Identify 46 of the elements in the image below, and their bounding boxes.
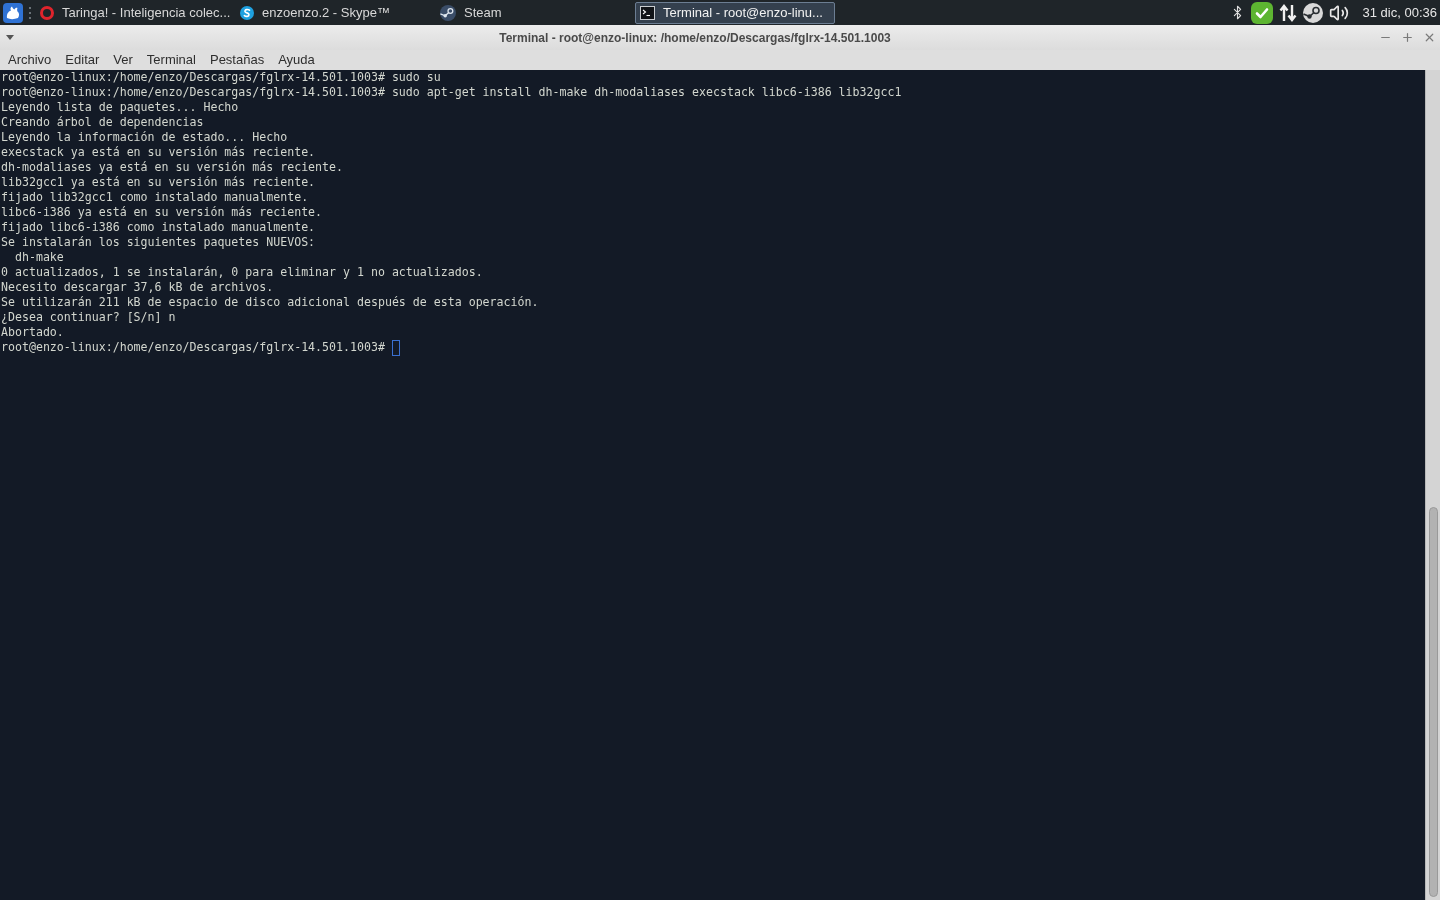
terminal-line: ¿Desea continuar? [S/n] n bbox=[1, 310, 176, 325]
gear-disc-icon bbox=[440, 4, 456, 21]
terminal-line: Leyendo la información de estado... Hecho bbox=[1, 130, 288, 145]
terminal-line: Abortado. bbox=[1, 325, 64, 340]
terminal-line: root@enzo-linux:/home/enzo/Descargas/fglrx-14.501.1003# sudo apt-get install dh-make dh-modaliases execstack libc6-i386 lib32gcc1 bbox=[1, 85, 902, 100]
terminal-line: fijado lib32gcc1 como instalado manualmente. bbox=[1, 190, 309, 205]
terminal-line: execstack ya está en su versión más reciente. bbox=[1, 145, 316, 160]
clock[interactable]: 31 dic, 00:36 bbox=[1362, 2, 1437, 23]
terminal-line: Se utilizarán 211 kB de espacio de disco adicional después de esta operación. bbox=[1, 295, 539, 310]
ring-icon bbox=[40, 5, 54, 20]
menu-item[interactable]: Ver bbox=[106, 51, 140, 69]
check-badge-icon[interactable] bbox=[1250, 1, 1273, 24]
maximize-icon bbox=[1400, 31, 1414, 44]
terminal-line: Se instalarán los siguientes paquetes NUEVOS: bbox=[1, 235, 316, 250]
taskbar-window-button[interactable]: Taringa! - Inteligencia colec... bbox=[35, 1, 235, 24]
menu-item[interactable]: Pestañas bbox=[202, 51, 272, 69]
taskbar-window-button[interactable]: enzoenzo.2 - Skype™ bbox=[235, 1, 435, 24]
taskbar-window-button[interactable]: Terminal - root@enzo-linu... bbox=[635, 1, 835, 24]
menu-item[interactable]: Editar bbox=[58, 51, 107, 69]
terminal-line: Leyendo lista de paquetes... Hecho bbox=[1, 100, 239, 115]
maximize-button[interactable] bbox=[1400, 30, 1414, 45]
gear-disc-icon[interactable] bbox=[1302, 2, 1323, 23]
menu-item[interactable]: Terminal bbox=[139, 51, 203, 69]
s-disc-icon bbox=[240, 5, 254, 20]
scrollbar-thumb[interactable] bbox=[1428, 507, 1438, 897]
terminal-line: lib32gcc1 ya está en su versión más reciente. bbox=[1, 175, 316, 190]
terminal-prompt: root@enzo-linux:/home/enzo/Descargas/fglrx-14.501.1003# bbox=[1, 340, 385, 355]
menu-item[interactable]: Archivo bbox=[1, 51, 59, 69]
terminal-line: dh-make bbox=[13, 250, 64, 265]
terminal-line: root@enzo-linux:/home/enzo/Descargas/fglrx-14.501.1003# sudo su bbox=[1, 70, 441, 85]
mouse-logo-icon[interactable] bbox=[3, 2, 23, 23]
terminal-line: libc6-i386 ya está en su versión más reciente. bbox=[1, 205, 323, 220]
terminal-line: dh-modaliases ya está en su versión más reciente. bbox=[1, 160, 344, 175]
terminal-icon bbox=[640, 5, 655, 20]
caret-icon[interactable] bbox=[6, 35, 14, 40]
volume-icon[interactable] bbox=[1328, 2, 1349, 23]
terminal-line: 0 actualizados, 1 se instalarán, 0 para eliminar y 1 no actualizados. bbox=[1, 265, 483, 280]
cursor-icon bbox=[391, 339, 400, 356]
up-down-arrows-icon[interactable] bbox=[1278, 3, 1297, 22]
terminal-line: Necesito descargar 37,6 kB de archivos. bbox=[1, 280, 274, 295]
window-title: Terminal - root@enzo-linux: /home/enzo/Descargas/fglrx-14.501.1003 bbox=[498, 29, 892, 47]
terminal-line: fijado libc6-i386 como instalado manualmente. bbox=[1, 220, 316, 235]
terminal-line: Creando árbol de dependencias bbox=[1, 115, 204, 130]
taskbar-window-button[interactable]: Steam bbox=[435, 1, 635, 24]
menu-item[interactable]: Ayuda bbox=[271, 51, 322, 69]
scrollbar-track[interactable] bbox=[1425, 70, 1440, 900]
